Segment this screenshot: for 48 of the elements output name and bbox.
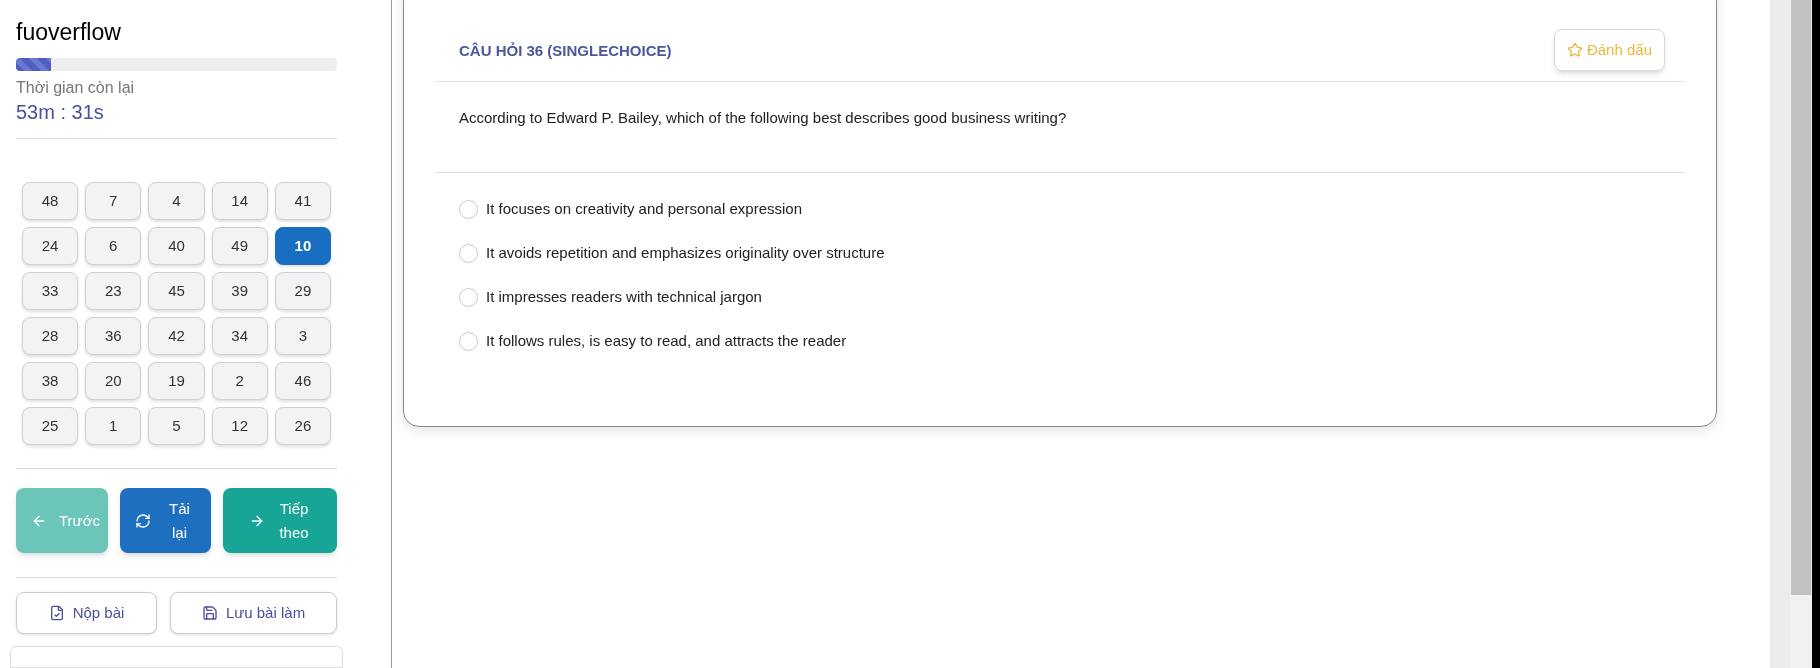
- question-number-button[interactable]: 48: [22, 182, 79, 221]
- app-title: fuoverflow: [16, 18, 122, 46]
- answer-option[interactable]: It follows rules, is easy to read, and attracts the reader: [486, 331, 847, 351]
- question-number-button[interactable]: 1: [85, 407, 142, 446]
- question-number-button[interactable]: 26: [274, 407, 331, 446]
- question-number-button[interactable]: 33: [22, 272, 79, 311]
- refresh-icon: [134, 512, 151, 529]
- question-number-button[interactable]: 36: [85, 317, 142, 356]
- question-number-button[interactable]: 45: [148, 272, 205, 311]
- reload-button[interactable]: Tải lại: [120, 488, 211, 554]
- question-number-button[interactable]: 6: [85, 227, 142, 266]
- question-number-button[interactable]: 29: [274, 272, 331, 311]
- question-number-button[interactable]: 39: [211, 272, 268, 311]
- question-number-button[interactable]: 14: [211, 182, 268, 221]
- question-number-button[interactable]: 20: [85, 362, 142, 401]
- question-number-button[interactable]: 24: [22, 227, 79, 266]
- question-number-button[interactable]: 10: [274, 227, 331, 266]
- question-number-button[interactable]: 23: [85, 272, 142, 311]
- question-number-button[interactable]: 38: [22, 362, 79, 401]
- question-number-button[interactable]: 12: [211, 407, 268, 446]
- question-number-button[interactable]: 28: [22, 317, 79, 356]
- question-number-button[interactable]: 40: [148, 227, 205, 266]
- question-number-button[interactable]: 46: [274, 362, 331, 401]
- question-number-button[interactable]: 4: [148, 182, 205, 221]
- question-number-button[interactable]: 5: [148, 407, 205, 446]
- save-icon: [201, 605, 218, 622]
- answer-option[interactable]: It avoids repetition and emphasizes originality over structure: [486, 243, 885, 263]
- question-text: According to Edward P. Bailey, which of the following best describes good business writing?: [458, 108, 1068, 128]
- question-number-button[interactable]: 19: [148, 362, 205, 401]
- question-number-button[interactable]: 49: [211, 227, 268, 266]
- star-icon: [1566, 42, 1583, 58]
- question-number-button[interactable]: 41: [274, 182, 331, 221]
- save-button[interactable]: Lưu bài làm: [170, 592, 337, 635]
- question-number-button[interactable]: 42: [148, 317, 205, 356]
- question-heading: CÂU HỎI 36 (SINGLECHOICE): [459, 40, 672, 61]
- question-number-button[interactable]: 3: [274, 317, 331, 356]
- time-label: Thời gian còn lại: [16, 78, 136, 99]
- document-icon: [48, 605, 65, 622]
- question-number-button[interactable]: 34: [211, 317, 268, 356]
- input-field[interactable]: [10, 646, 343, 668]
- answer-option[interactable]: It impresses readers with technical jargon: [486, 287, 762, 307]
- question-number-button[interactable]: 2: [211, 362, 268, 401]
- question-number-button[interactable]: 7: [85, 182, 142, 221]
- time-remaining: 53m : 31s: [16, 100, 105, 125]
- question-number-button[interactable]: 25: [22, 407, 79, 446]
- submit-button[interactable]: Nộp bài: [16, 592, 157, 635]
- scrollbar[interactable]: [1790, 0, 1812, 668]
- answer-option[interactable]: It focuses on creativity and personal expression: [486, 199, 802, 219]
